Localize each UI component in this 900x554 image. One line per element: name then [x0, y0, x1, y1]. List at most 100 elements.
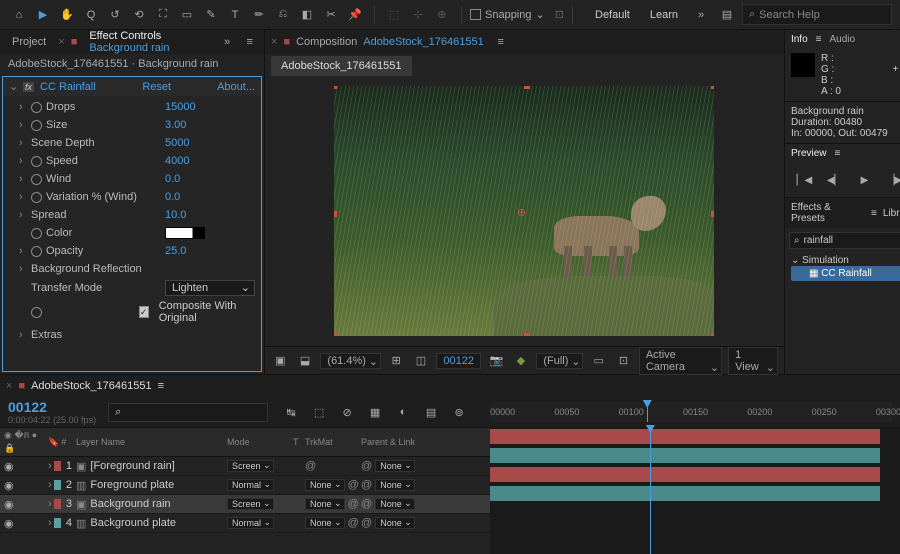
effect-name[interactable]: CC Rainfall — [40, 81, 96, 93]
pickwhip-icon[interactable]: @ — [348, 479, 359, 491]
views-select[interactable]: 1 View — [728, 347, 778, 375]
disclosure-icon[interactable]: › — [19, 263, 27, 275]
effects-category[interactable]: ⌄ Simulation — [791, 255, 900, 266]
layer-color-label[interactable] — [54, 499, 61, 509]
layer-color-label[interactable] — [54, 461, 61, 471]
rotobrush-tool-icon[interactable]: ✂ — [320, 4, 342, 26]
blend-mode-select[interactable]: Normal — [227, 517, 274, 529]
first-frame-icon[interactable]: ▏◀ — [793, 169, 815, 191]
about-button[interactable]: About... — [217, 81, 255, 93]
panel-menu-icon[interactable]: ≡ — [816, 34, 822, 45]
panel-menu-icon[interactable]: ≡ — [490, 31, 512, 53]
disclosure-icon[interactable]: › — [19, 245, 27, 257]
disclosure-icon[interactable]: › — [19, 137, 27, 149]
shy-icon[interactable]: ⊘ — [336, 401, 358, 423]
rect-tool-icon[interactable]: ▭ — [176, 4, 198, 26]
snapping-toggle[interactable]: Snapping ⌄ ⊡ — [470, 8, 564, 21]
toggle-mask-icon[interactable]: ◫ — [412, 350, 431, 372]
effects-search[interactable]: ⌕ × — [789, 232, 900, 249]
snapshot-icon[interactable]: 📷 — [487, 350, 506, 372]
hand-tool-icon[interactable]: ✋ — [56, 4, 78, 26]
eraser-tool-icon[interactable]: ◧ — [296, 4, 318, 26]
parent-select[interactable]: None — [375, 517, 415, 529]
workspace-learn[interactable]: Learn — [642, 7, 686, 23]
playhead-line[interactable] — [650, 427, 651, 554]
pickwhip-icon[interactable]: @ — [348, 498, 359, 510]
tab-preview[interactable]: Preview — [791, 148, 827, 159]
layer-row[interactable]: ◉›1▣[Foreground rain]Screen @@ None — [0, 457, 490, 476]
pickwhip-icon[interactable]: @ — [361, 517, 372, 529]
current-frame[interactable]: 00122 — [436, 353, 481, 369]
workspace-menu-icon[interactable]: ▤ — [716, 4, 738, 26]
composite-checkbox[interactable]: ✓ — [139, 306, 149, 318]
effects-item-cc-rainfall[interactable]: ▦ CC Rainfall — [791, 266, 900, 281]
workspace-more-icon[interactable]: » — [690, 4, 712, 26]
blend-mode-select[interactable]: Normal — [227, 479, 274, 491]
playhead[interactable] — [647, 402, 648, 422]
pen-tool-icon[interactable]: ✎ — [200, 4, 222, 26]
camera-select[interactable]: Active Camera — [639, 347, 722, 375]
blend-mode-select[interactable]: Screen — [227, 460, 274, 472]
layer-row[interactable]: ◉›2▥Foreground plateNormalNone @@ None — [0, 476, 490, 495]
stopwatch-icon[interactable] — [31, 156, 42, 167]
stopwatch-icon[interactable] — [31, 192, 42, 203]
tab-effects-presets[interactable]: Effects & Presets — [791, 202, 865, 224]
tab-audio[interactable]: Audio — [829, 34, 855, 45]
disclosure-icon[interactable]: › — [19, 209, 27, 221]
visibility-icon[interactable]: ◉ — [4, 460, 18, 473]
stopwatch-icon[interactable] — [31, 228, 42, 239]
orbit-tool-icon[interactable]: ↺ — [104, 4, 126, 26]
pickwhip-icon[interactable]: @ — [361, 479, 372, 491]
next-frame-icon[interactable]: ▕▶ — [883, 169, 900, 191]
snapping-checkbox-icon[interactable] — [470, 9, 481, 20]
disclosure-icon[interactable]: › — [19, 119, 27, 131]
snap-option-icon[interactable]: ⊡ — [555, 8, 564, 21]
type-tool-icon[interactable]: T — [224, 4, 246, 26]
disclosure-icon[interactable]: › — [48, 479, 52, 491]
parent-header[interactable]: Parent & Link — [361, 437, 431, 447]
trkmat-select[interactable]: None — [305, 517, 345, 529]
visibility-icon[interactable]: ◉ — [4, 517, 18, 530]
tab-info[interactable]: Info — [791, 34, 808, 45]
composition-tab-label[interactable]: Composition — [296, 36, 357, 48]
disclosure-icon[interactable]: ⌄ — [9, 80, 17, 93]
roi-icon[interactable]: ▭ — [589, 350, 608, 372]
pickwhip-icon[interactable]: @ — [305, 460, 316, 472]
stopwatch-icon[interactable] — [31, 120, 42, 131]
disclosure-icon[interactable]: › — [48, 460, 52, 472]
panel-menu-icon[interactable]: ≡ — [158, 380, 164, 392]
disclosure-icon[interactable]: › — [19, 191, 27, 203]
motion-blur-icon[interactable]: ◐ — [392, 401, 414, 423]
timeline-timecode[interactable]: 00122 — [8, 399, 96, 415]
brain-icon[interactable]: ⊚ — [448, 401, 470, 423]
disclosure-icon[interactable]: › — [48, 517, 52, 529]
transfer-mode-select[interactable]: Lighten — [165, 280, 255, 296]
disclosure-icon[interactable]: › — [48, 498, 52, 510]
3d-view-icon[interactable]: ⬓ — [296, 350, 315, 372]
search-help-input[interactable]: ⌕ Search Help — [742, 4, 892, 25]
time-ruler[interactable]: 00000 00050 00100 00150 00200 00250 0030… — [490, 402, 892, 422]
pickwhip-icon[interactable]: @ — [348, 517, 359, 529]
resolution-select[interactable]: (Full) — [536, 353, 583, 369]
speed-value[interactable]: 4000 — [165, 155, 189, 167]
effect-header[interactable]: ⌄ fx CC Rainfall Reset About... — [3, 77, 261, 96]
stopwatch-icon[interactable] — [31, 174, 42, 185]
timeline-tab[interactable]: AdobeStock_176461551 — [31, 380, 152, 392]
resolution-icon[interactable]: ⊞ — [387, 350, 406, 372]
trkmat-select[interactable]: None — [305, 479, 345, 491]
layer-row[interactable]: ◉›3▣Background rainScreenNone @@ None — [0, 495, 490, 514]
layer-color-label[interactable] — [54, 480, 61, 490]
play-icon[interactable]: ▶ — [853, 169, 875, 191]
clone-tool-icon[interactable]: ⎌ — [272, 4, 294, 26]
tabs-more-icon[interactable]: » — [219, 31, 236, 53]
stopwatch-icon[interactable] — [31, 307, 42, 318]
anchor-point-icon[interactable]: ⊕ — [517, 206, 526, 219]
chevron-down-icon[interactable]: ⌄ — [536, 8, 545, 21]
size-value[interactable]: 3.00 — [165, 119, 186, 131]
disclosure-icon[interactable]: › — [19, 155, 27, 167]
pickwhip-icon[interactable]: @ — [361, 460, 372, 472]
variation-value[interactable]: 0.0 — [165, 191, 180, 203]
color-swatch[interactable] — [165, 227, 205, 239]
zoom-select[interactable]: (61.4%) — [320, 353, 381, 369]
scene-depth-value[interactable]: 5000 — [165, 137, 189, 149]
